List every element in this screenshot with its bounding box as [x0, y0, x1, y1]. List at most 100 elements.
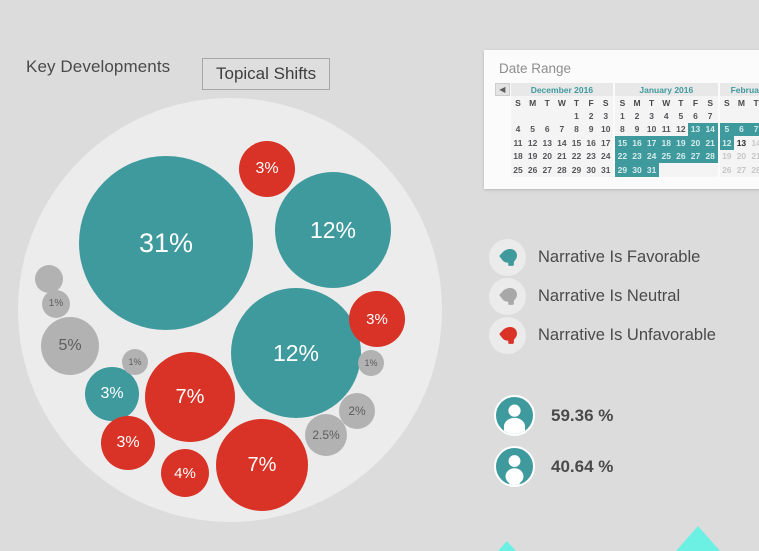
bubble-unfavorable-8[interactable]: 3% — [101, 416, 155, 470]
topical-shifts-button[interactable]: Topical Shifts — [202, 58, 331, 90]
calendar-day-cell[interactable]: 1 — [615, 109, 630, 123]
calendar-day-cell[interactable]: 16 — [629, 136, 645, 150]
calendar-day-cell[interactable]: 13 — [734, 136, 749, 150]
calendar-day-cell[interactable]: 26 — [673, 149, 689, 163]
legend-item[interactable]: Narrative Is Neutral — [489, 277, 759, 316]
calendar-day-cell[interactable]: 18 — [658, 136, 674, 150]
calendar-day-cell[interactable]: 19 — [525, 149, 540, 163]
calendar-day-cell[interactable]: 14 — [748, 136, 759, 150]
calendar-month-name: December 2016 — [510, 83, 614, 96]
calendar-day-cell[interactable]: 30 — [629, 163, 645, 177]
calendar-day-cell[interactable]: 19 — [719, 149, 735, 163]
calendar-day-cell[interactable]: 24 — [598, 149, 614, 163]
calendar-day-cell[interactable]: 12 — [525, 136, 540, 150]
calendar-day-cell[interactable]: 25 — [658, 149, 674, 163]
bubble-favorable-0[interactable]: 31% — [79, 156, 253, 330]
calendar-day-cell[interactable]: 17 — [598, 136, 614, 150]
bubble-neutral-15[interactable]: 2.5% — [305, 414, 347, 456]
calendar-day-cell[interactable]: 24 — [644, 149, 659, 163]
calendar-day-cell[interactable]: 5 — [673, 109, 689, 123]
calendar-day-cell[interactable]: 3 — [644, 109, 659, 123]
calendar-day-cell[interactable]: 19 — [673, 136, 689, 150]
calendar-day-cell[interactable]: 22 — [569, 149, 584, 163]
calendar-day-cell[interactable]: 31 — [644, 163, 659, 177]
calendar-day-cell[interactable]: 23 — [629, 149, 645, 163]
bubble-neutral-10[interactable]: 5% — [41, 317, 99, 375]
calendar-day-cell[interactable]: 7 — [702, 109, 718, 123]
calendar-day-cell[interactable]: 7 — [748, 122, 759, 136]
calendar-day-cell[interactable]: 11 — [658, 122, 674, 136]
calendar-day-cell[interactable]: 9 — [629, 122, 645, 136]
calendar-day-cell[interactable]: 10 — [644, 122, 659, 136]
calendar-day-cell[interactable]: 17 — [644, 136, 659, 150]
calendar-day-cell[interactable]: 30 — [583, 163, 599, 177]
calendar-day-cell[interactable]: 14 — [702, 122, 718, 136]
calendar-day-cell[interactable]: 25 — [510, 163, 526, 177]
calendar: ◀ December 2016 S M T W T F S 1 2 3 4 5 6 7 8 9 10 11 12 13 1… — [495, 83, 759, 177]
calendar-day-cell[interactable]: 5 — [719, 122, 735, 136]
calendar-day-cell[interactable]: 8 — [569, 122, 584, 136]
bubble-neutral-16[interactable] — [35, 265, 63, 293]
calendar-day-cell[interactable]: 2 — [629, 109, 645, 123]
calendar-day-cell[interactable]: 4 — [658, 109, 674, 123]
bubble-neutral-13[interactable]: 1% — [358, 350, 384, 376]
bubble-label: 2% — [348, 404, 366, 418]
calendar-day-cell[interactable]: 11 — [510, 136, 526, 150]
calendar-day-cell[interactable]: 27 — [688, 149, 703, 163]
bubble-neutral-14[interactable]: 2% — [339, 393, 375, 429]
calendar-day-cell[interactable]: 13 — [688, 122, 703, 136]
calendar-day-cell[interactable]: 29 — [615, 163, 630, 177]
calendar-day-cell[interactable]: 15 — [569, 136, 584, 150]
calendar-day-cell[interactable]: 6 — [688, 109, 703, 123]
calendar-day-cell[interactable]: 4 — [510, 122, 526, 136]
calendar-day-cell[interactable]: 12 — [673, 122, 689, 136]
calendar-day-cell[interactable]: 2 — [583, 109, 599, 123]
calendar-day-cell[interactable]: 31 — [598, 163, 614, 177]
calendar-day-cell[interactable]: 23 — [583, 149, 599, 163]
calendar-day-cell[interactable]: 26 — [719, 163, 735, 177]
calendar-day-cell[interactable]: 27 — [734, 163, 749, 177]
bubble-unfavorable-4[interactable]: 3% — [239, 141, 295, 197]
calendar-day-cell[interactable]: 27 — [539, 163, 555, 177]
bubble-favorable-1[interactable]: 12% — [275, 172, 391, 288]
calendar-day-cell[interactable]: 5 — [525, 122, 540, 136]
calendar-day-cell[interactable]: 21 — [554, 149, 570, 163]
calendar-day-cell[interactable]: 16 — [583, 136, 599, 150]
calendar-day-cell[interactable]: 26 — [525, 163, 540, 177]
calendar-day-cell[interactable]: 22 — [615, 149, 630, 163]
calendar-day-cell[interactable]: 7 — [554, 122, 570, 136]
calendar-day-cell[interactable]: 13 — [539, 136, 555, 150]
calendar-dow: M — [734, 96, 749, 109]
chevron-left-icon[interactable]: ◀ — [495, 83, 510, 96]
calendar-day-cell[interactable]: 21 — [702, 136, 718, 150]
calendar-day-cell[interactable]: 8 — [615, 122, 630, 136]
calendar-day-cell[interactable]: 20 — [539, 149, 555, 163]
calendar-day-cell[interactable]: 28 — [702, 149, 718, 163]
bubble-unfavorable-6[interactable]: 7% — [145, 352, 235, 442]
calendar-day-cell[interactable]: 9 — [583, 122, 599, 136]
calendar-day-cell[interactable]: 15 — [615, 136, 630, 150]
calendar-day-cell[interactable]: 21 — [748, 149, 759, 163]
calendar-day-cell[interactable]: 6 — [734, 122, 749, 136]
calendar-day-cell[interactable]: 10 — [598, 122, 614, 136]
calendar-day-cell[interactable]: 18 — [510, 149, 526, 163]
calendar-day-cell[interactable]: 3 — [598, 109, 614, 123]
calendar-day-cell[interactable]: 28 — [554, 163, 570, 177]
bubble-favorable-2[interactable]: 12% — [231, 288, 361, 418]
calendar-day-cell[interactable]: 28 — [748, 163, 759, 177]
legend-item[interactable]: Narrative Is Favorable — [489, 238, 759, 277]
bubble-neutral-12[interactable]: 1% — [122, 349, 148, 375]
legend-item[interactable]: Narrative Is Unfavorable — [489, 316, 759, 355]
calendar-day-cell[interactable]: 12 — [719, 136, 735, 150]
calendar-day-cell[interactable]: 6 — [539, 122, 555, 136]
calendar-day-cell[interactable]: 20 — [734, 149, 749, 163]
calendar-day-cell[interactable]: 1 — [569, 109, 584, 123]
calendar-day-cell[interactable]: 14 — [554, 136, 570, 150]
bubble-neutral-11[interactable]: 1% — [42, 290, 70, 318]
bubble-unfavorable-5[interactable]: 3% — [349, 291, 405, 347]
calendar-day-cell[interactable]: 29 — [569, 163, 584, 177]
calendar-day-cell[interactable]: 20 — [688, 136, 703, 150]
bubble-favorable-3[interactable]: 3% — [85, 367, 139, 421]
bubble-unfavorable-9[interactable]: 4% — [161, 449, 209, 497]
bubble-unfavorable-7[interactable]: 7% — [216, 419, 308, 511]
